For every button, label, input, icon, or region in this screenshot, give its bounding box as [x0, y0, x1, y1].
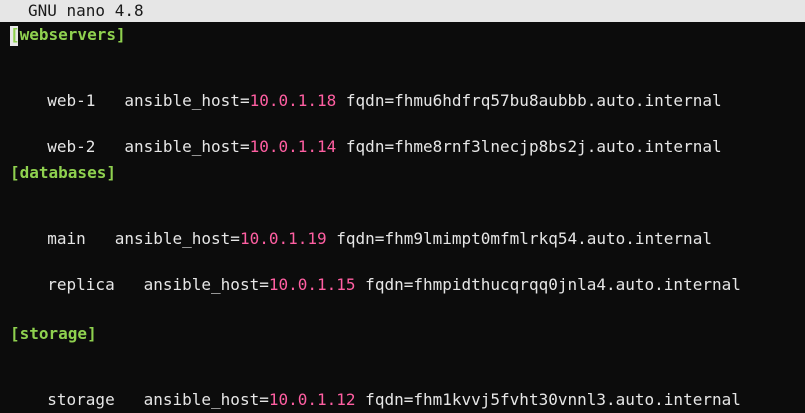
host-name: main [47, 229, 86, 248]
section-header-webservers[interactable]: [webservers] [10, 25, 126, 45]
host-name: web-1 [47, 91, 96, 110]
host-ip: 10.0.1.18 [249, 91, 337, 110]
host-key: ansible_host= [124, 137, 250, 156]
host-ip: 10.0.1.12 [268, 390, 356, 409]
host-key: ansible_host= [124, 91, 250, 110]
host-ip: 10.0.1.19 [239, 229, 327, 248]
host-name: web-2 [47, 137, 96, 156]
host-ip: 10.0.1.15 [268, 275, 356, 294]
host-gap [115, 390, 144, 409]
section-header-storage[interactable]: [storage] [10, 324, 97, 344]
host-line[interactable]: web-1 ansible_host=10.0.1.18 fqdn=fhmu6h… [28, 71, 721, 110]
host-line[interactable]: main ansible_host=10.0.1.19 fqdn=fhm9lmi… [28, 209, 712, 248]
host-name: storage [47, 390, 115, 409]
section-header-databases[interactable]: [databases] [10, 163, 116, 183]
host-fqdn: fqdn=fhmu6hdfrq57bu8aubbb.auto.internal [336, 91, 722, 110]
host-line[interactable]: web-2 ansible_host=10.0.1.14 fqdn=fhme8r… [28, 117, 721, 156]
host-fqdn: fqdn=fhmpidthucqrqq0jnla4.auto.internal [355, 275, 741, 294]
host-key: ansible_host= [114, 229, 240, 248]
host-gap [115, 275, 144, 294]
host-ip: 10.0.1.14 [249, 137, 337, 156]
host-gap [95, 137, 124, 156]
app-title: GNU nano 4.8 [28, 1, 144, 20]
host-key: ansible_host= [143, 275, 269, 294]
host-gap [86, 229, 115, 248]
host-line[interactable]: replica ansible_host=10.0.1.15 fqdn=fhmp… [28, 255, 741, 294]
host-fqdn: fqdn=fhme8rnf3lnecjp8bs2j.auto.internal [336, 137, 722, 156]
host-fqdn: fqdn=fhm1kvvj5fvht30vnnl3.auto.internal [355, 390, 741, 409]
host-gap [95, 91, 124, 110]
host-line[interactable]: storage ansible_host=10.0.1.12 fqdn=fhm1… [28, 370, 741, 409]
nano-title-bar: GNU nano 4.8 [0, 0, 805, 22]
host-key: ansible_host= [143, 390, 269, 409]
host-name: replica [47, 275, 115, 294]
host-fqdn: fqdn=fhm9lmimpt0mfmlrkq54.auto.internal [326, 229, 712, 248]
